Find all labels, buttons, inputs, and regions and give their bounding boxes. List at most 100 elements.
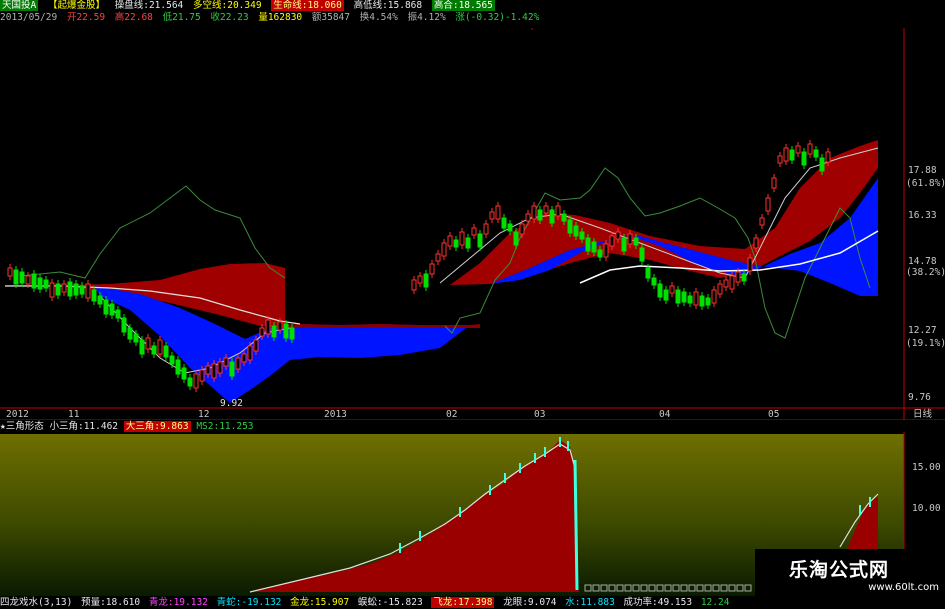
candle-body: [759, 217, 765, 226]
candle-body: [103, 299, 109, 315]
date-tick: 12: [198, 409, 209, 420]
candle-body: [247, 345, 253, 361]
candle-body: [795, 145, 801, 154]
candle-body: [223, 357, 229, 367]
candle-body: [241, 353, 247, 363]
amount-value: 额35847: [311, 12, 350, 23]
candle-body: [807, 143, 813, 155]
candle-body: [753, 237, 759, 249]
ma1-value: 操盘线:21.564: [114, 0, 184, 11]
candle-body: [289, 327, 295, 340]
candle-body: [49, 282, 55, 298]
candle-body: [181, 367, 187, 380]
candle-body: [121, 317, 127, 333]
date-tick: 03: [534, 409, 545, 420]
bottom-value: 龙眼:9.074: [503, 597, 557, 608]
candle-body: [459, 231, 465, 246]
bottom-value: 12.24: [700, 597, 730, 608]
candle-body: [543, 205, 549, 214]
indicator-name[interactable]: ★三角形态: [0, 421, 44, 432]
price-tick: (61.8%): [906, 178, 945, 189]
stock-name[interactable]: 天国投A: [0, 0, 39, 11]
candle-body: [85, 283, 91, 299]
candle-body: [453, 239, 459, 248]
candle-body: [537, 209, 543, 221]
bottom-value: 青蛇:-19.132: [216, 597, 282, 608]
candle-body: [549, 209, 555, 224]
bottom-indicator-name[interactable]: 四龙戏水(3,13): [0, 597, 72, 608]
candle-body: [825, 151, 831, 163]
bottom-value: 飞龙:17.398: [431, 597, 495, 608]
candle-body: [7, 267, 13, 277]
big-triangle-value: 大三角:9.863: [123, 421, 191, 432]
high-value: 高22.68: [114, 12, 153, 23]
candle-body: [513, 231, 519, 246]
candle-body: [139, 339, 145, 355]
bottom-value: 青龙:19.132: [148, 597, 208, 608]
hi-line-value: 高低线:15.868: [353, 0, 423, 11]
volume-value: 量162830: [258, 12, 303, 23]
candle-body: [585, 237, 591, 252]
candle-body: [699, 295, 705, 307]
watermark-title: 乐淘公式网: [788, 559, 889, 581]
candle-body: [115, 309, 121, 319]
price-tick: (19.1%): [906, 338, 945, 349]
candle-body: [423, 273, 429, 288]
candle-body: [525, 213, 531, 222]
candle-body: [229, 361, 235, 377]
indicator-tick: 15.00: [912, 462, 941, 473]
candle-body: [211, 363, 217, 379]
candle-body: [187, 377, 193, 387]
candle-body: [507, 223, 513, 232]
candle-body: [651, 277, 657, 286]
candle-body: [67, 281, 73, 297]
candle-body: [531, 205, 537, 220]
candle-body: [73, 283, 79, 296]
period-label: 日线: [913, 408, 933, 420]
small-triangle-value: 小三角:11.462: [49, 421, 119, 432]
candle-body: [253, 339, 259, 352]
candle-body: [465, 237, 471, 249]
candle-body: [61, 283, 67, 293]
candle-body: [645, 267, 651, 279]
candle-body: [151, 345, 157, 355]
change-value: 涨(-0.32)-1.42%: [455, 12, 540, 23]
date-tick: 02: [446, 409, 457, 420]
candle-body: [621, 237, 627, 252]
candle-body: [633, 237, 639, 246]
candle-body: [819, 157, 825, 172]
bottom-value: 水:11.883: [565, 597, 615, 608]
turnover-value: 换4.54%: [359, 12, 398, 23]
candle-body: [435, 253, 441, 262]
candle-body: [615, 231, 621, 240]
bottom-value: 预量:18.610: [81, 597, 141, 608]
candle-body: [91, 289, 97, 302]
candle-body: [705, 297, 711, 306]
candle-body: [687, 295, 693, 304]
candle-body: [447, 235, 453, 247]
price-chart[interactable]: 17.88 (61.8%) 16.33 14.78 (38.2%) 12.27 …: [0, 28, 945, 420]
candle-body: [471, 227, 477, 236]
candle-body: [591, 241, 597, 253]
candle-body: [43, 279, 49, 289]
price-tick: 9.76: [908, 392, 931, 403]
candle-body: [55, 283, 61, 296]
candle-body: [97, 295, 103, 305]
candle-body: [235, 357, 241, 370]
candle-body: [693, 291, 699, 306]
candle-body: [801, 151, 807, 166]
ms2-value: MS2:11.253: [196, 421, 254, 432]
candle-body: [25, 275, 31, 285]
indicator-tick: 10.00: [912, 503, 941, 514]
candle-body: [109, 303, 115, 316]
candle-body: [79, 285, 85, 295]
date-tick: 05: [768, 409, 779, 420]
candle-body: [127, 327, 133, 340]
candle-body: [205, 365, 211, 375]
candle-body: [19, 271, 25, 284]
candle-body: [777, 155, 783, 164]
candle-body: [31, 273, 37, 289]
price-tick: 16.33: [908, 210, 937, 221]
candle-body: [13, 269, 19, 285]
candle-body: [603, 243, 609, 258]
